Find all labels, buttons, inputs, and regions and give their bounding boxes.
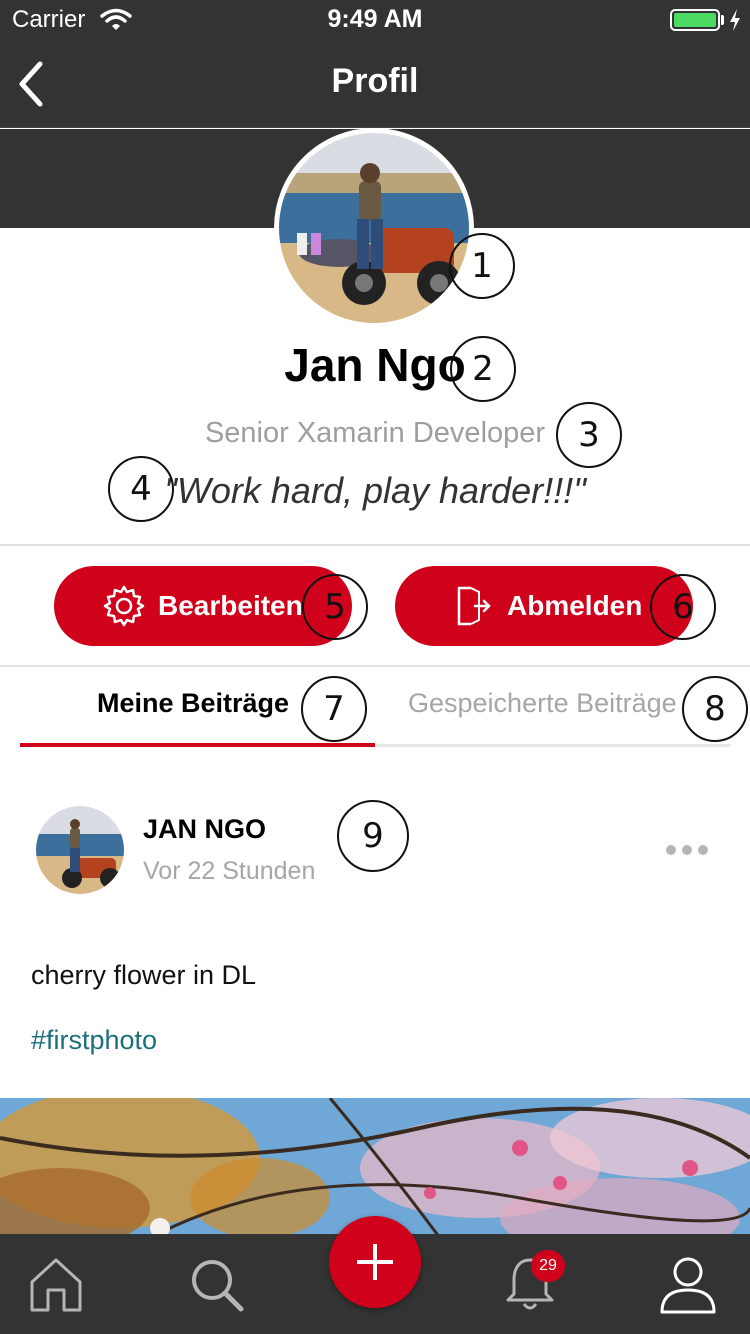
post-author-avatar[interactable] — [36, 806, 124, 894]
status-bar: Carrier 9:49 AM — [0, 0, 750, 40]
logout-button-label: Abmelden — [507, 590, 643, 621]
annotation-marker: 8 — [682, 676, 748, 742]
divider — [0, 544, 750, 546]
profile-name: Jan Ngo — [284, 339, 466, 391]
add-post-button[interactable] — [329, 1216, 421, 1308]
tab-my-posts[interactable]: Meine Beiträge — [97, 688, 289, 719]
tab-saved-posts[interactable]: Gespeicherte Beiträge — [408, 688, 677, 719]
battery-tip — [721, 15, 724, 25]
logout-button[interactable]: Abmelden — [395, 566, 693, 646]
annotation-marker: 7 — [301, 676, 367, 742]
tab-indicator-active — [20, 743, 375, 747]
clock: 9:49 AM — [327, 5, 423, 33]
post-text: cherry flower in DL — [31, 960, 257, 990]
home-icon[interactable] — [26, 1254, 86, 1314]
avatar-photo — [279, 133, 469, 323]
annotation-marker: 1 — [449, 233, 515, 299]
page-title: Profil — [331, 62, 419, 100]
post-avatar-photo — [36, 806, 124, 894]
annotation-marker: 4 — [108, 456, 174, 522]
search-icon[interactable] — [186, 1254, 246, 1314]
annotation-marker: 5 — [302, 574, 368, 640]
post-timestamp: Vor 22 Stunden — [143, 857, 316, 885]
notification-badge: 29 — [531, 1250, 565, 1282]
annotation-marker: 9 — [337, 800, 409, 872]
battery-icon — [670, 9, 720, 31]
post-author-name[interactable]: JAN NGO — [143, 814, 266, 845]
tab-indicator-inactive — [375, 744, 730, 747]
annotation-marker: 6 — [650, 574, 716, 640]
charging-icon — [730, 9, 740, 31]
profile-job-title: Senior Xamarin Developer — [204, 417, 546, 449]
edit-button-label: Bearbeiten — [158, 590, 303, 621]
divider — [0, 665, 750, 667]
logout-icon — [457, 586, 491, 626]
gear-icon — [103, 585, 145, 627]
profile-avatar[interactable] — [274, 128, 474, 328]
annotation-marker: 2 — [450, 336, 516, 402]
post-hashtag[interactable]: #firstphoto — [31, 1025, 157, 1056]
annotation-marker: 3 — [556, 402, 622, 468]
nav-bar: Profil — [0, 40, 750, 128]
more-icon[interactable] — [662, 836, 712, 864]
user-icon[interactable] — [658, 1254, 718, 1314]
plus-icon — [373, 1244, 377, 1280]
